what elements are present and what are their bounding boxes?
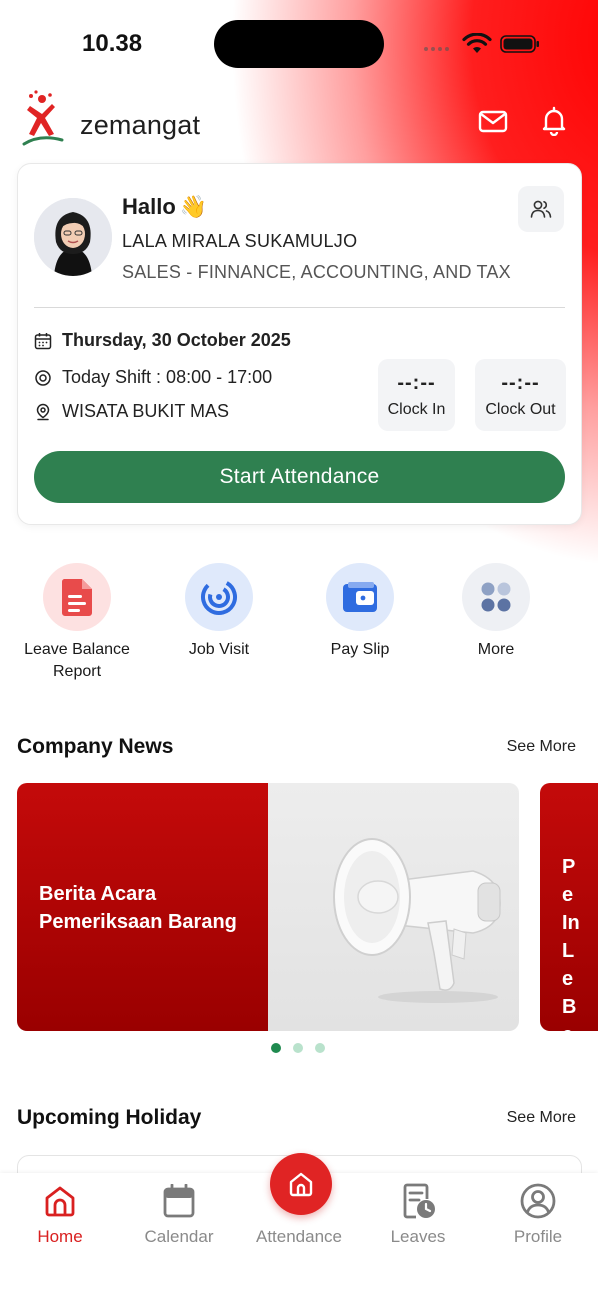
menu-pay-slip[interactable]: Pay Slip: [295, 563, 425, 661]
status-bar: 10.38: [0, 0, 598, 80]
news-title: Berita Acara Pemeriksaan Barang: [39, 883, 237, 933]
greeting-text: Hallo: [122, 194, 176, 219]
signal-icon: [424, 47, 449, 51]
nav-label: Profile: [513, 1227, 563, 1246]
card-divider: [34, 307, 565, 308]
menu-more[interactable]: More: [431, 563, 561, 661]
date-row: Thursday, 30 October 2025: [34, 330, 291, 351]
wallet-icon: [326, 563, 394, 631]
nav-home[interactable]: Home: [10, 1173, 110, 1247]
company-news-title: Company News: [17, 735, 174, 758]
wifi-icon: [462, 33, 492, 53]
clock-out-box: --:-- Clock Out: [475, 359, 566, 431]
employee-name: LALA MIRALA SUKAMULJO: [122, 231, 358, 251]
dynamic-island: [214, 20, 384, 68]
clock-in-box: --:-- Clock In: [378, 359, 455, 431]
mail-icon[interactable]: [478, 106, 508, 136]
clock-in-value: --:--: [397, 372, 436, 394]
clock-out-label: Clock Out: [485, 401, 556, 418]
menu-label: Job Visit: [188, 641, 250, 658]
app-header: zemangat: [0, 88, 598, 152]
nav-label: Calendar: [144, 1227, 214, 1246]
employee-department: SALES - FINNANCE, ACCOUNTING, AND TAX: [122, 262, 511, 282]
document-icon: [43, 563, 111, 631]
waving-hand-icon: 👋: [179, 194, 208, 219]
nav-label: Home: [37, 1227, 83, 1246]
clock-out-value: --:--: [501, 372, 540, 394]
radar-icon: [185, 563, 253, 631]
brand-logo: zemangat: [22, 90, 200, 150]
news-card-next[interactable]: Pe In Le Be: [540, 783, 598, 1031]
work-location: WISATA BUKIT MAS: [62, 401, 230, 421]
news-card-banner: Berita Acara Pemeriksaan Barang: [17, 783, 268, 1031]
location-pin-icon: [36, 403, 50, 420]
menu-label: Leave Balance Report: [24, 641, 130, 680]
users-icon: [530, 200, 552, 218]
battery-icon: [500, 35, 539, 53]
upcoming-holiday-title: Upcoming Holiday: [17, 1106, 202, 1129]
carousel-dots: [271, 1043, 325, 1053]
start-attendance-button[interactable]: Start Attendance: [34, 451, 565, 503]
notification-bell-icon[interactable]: [539, 106, 569, 136]
company-news-see-more-link[interactable]: See More: [507, 738, 576, 756]
bottom-navigation: Home Calendar Attendance Leaves Profile: [0, 1153, 598, 1300]
status-time: 10.38: [82, 30, 143, 57]
location-row: WISATA BUKIT MAS: [34, 401, 229, 422]
shift-row: Today Shift : 08:00 - 17:00: [34, 367, 272, 388]
greeting: Hallo 👋: [122, 194, 207, 220]
nav-profile[interactable]: Profile: [488, 1173, 588, 1247]
carousel-dot-active[interactable]: [271, 1043, 281, 1053]
home-icon: [45, 1186, 75, 1217]
nav-calendar[interactable]: Calendar: [129, 1173, 229, 1247]
leaves-icon: [403, 1183, 435, 1219]
nav-leaves[interactable]: Leaves: [368, 1173, 468, 1247]
megaphone-image: [268, 783, 519, 1031]
current-date: Thursday, 30 October 2025: [62, 330, 291, 350]
nav-label: Leaves: [390, 1227, 446, 1246]
brand-name: zemangat: [80, 110, 201, 140]
attendance-card: Hallo 👋 LALA MIRALA SUKAMULJO SALES - FIN…: [17, 163, 582, 525]
menu-job-visit[interactable]: Job Visit: [154, 563, 284, 661]
grid-icon: [462, 563, 530, 631]
news-card[interactable]: Berita Acara Pemeriksaan Barang: [17, 783, 519, 1031]
avatar: [34, 198, 112, 276]
carousel-dot[interactable]: [293, 1043, 303, 1053]
upcoming-holiday-see-more-link[interactable]: See More: [507, 1109, 576, 1127]
menu-leave-balance-report[interactable]: Leave Balance Report: [12, 563, 142, 683]
calendar-icon: [34, 332, 52, 349]
news-title: Pe In Le Be: [562, 856, 580, 1031]
nav-attendance[interactable]: Attendance: [249, 1173, 349, 1247]
clock-in-label: Clock In: [387, 401, 446, 418]
quick-menu: Leave Balance Report Job Visit Pay Slip: [0, 563, 598, 703]
logo-mark-icon: [22, 90, 64, 146]
calendar-icon: [163, 1184, 195, 1218]
nav-label: Attendance: [255, 1227, 342, 1246]
profile-icon: [520, 1183, 556, 1219]
menu-label: Pay Slip: [330, 641, 390, 658]
shift-clock-icon: [35, 369, 51, 386]
menu-label: More: [477, 641, 515, 658]
carousel-dot[interactable]: [315, 1043, 325, 1053]
shift-time: Today Shift : 08:00 - 17:00: [62, 367, 273, 387]
team-button[interactable]: [518, 186, 564, 232]
